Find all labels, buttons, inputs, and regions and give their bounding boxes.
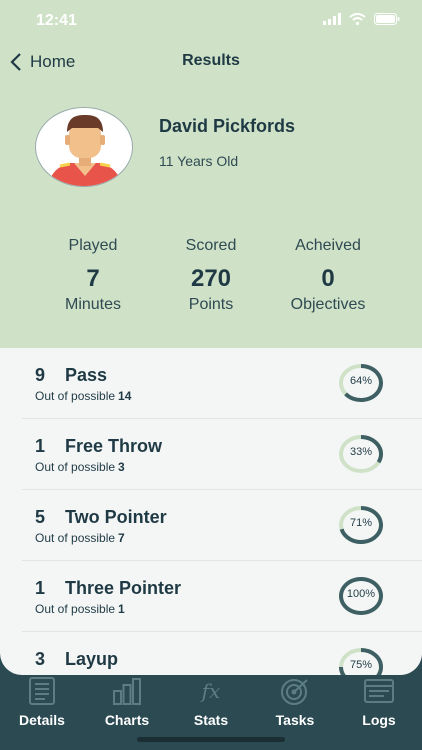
status-bar: 12:41	[0, 0, 422, 44]
details-icon	[29, 677, 55, 705]
result-name: Pass	[65, 365, 108, 385]
result-count: 3	[35, 649, 46, 669]
svg-text:fx: fx	[200, 679, 221, 703]
stat-value: 0	[321, 265, 335, 292]
result-item-two-pointer[interactable]: 5 Two Pointer Out of possible 7 71%	[22, 490, 422, 561]
result-item-pass[interactable]: 9 Pass Out of possible 14 64%	[22, 348, 422, 419]
possible-total: 1	[118, 602, 125, 616]
possible-total: 14	[118, 389, 132, 403]
possible-label: Out of possible	[35, 531, 116, 545]
tab-label: Stats	[193, 712, 229, 728]
result-name: Three Pointer	[65, 578, 182, 598]
charts-icon	[113, 678, 141, 705]
stat-unit: Objectives	[290, 296, 366, 313]
player-avatar-icon	[48, 114, 122, 186]
signal-icon	[323, 13, 341, 25]
result-item-three-pointer[interactable]: 1 Three Pointer Out of possible 1 100%	[22, 561, 422, 632]
page-title: Results	[182, 52, 240, 69]
possible-total: 7	[118, 531, 125, 545]
status-icons	[323, 13, 400, 25]
stat-value: 7	[86, 265, 100, 292]
progress-percent: 71%	[349, 517, 373, 529]
progress-percent: 33%	[349, 446, 373, 458]
possible-total: 3	[118, 460, 125, 474]
results-header: 12:41 Home Results David Pickfords 11 Ye…	[0, 0, 422, 348]
result-item-free-throw[interactable]: 1 Free Throw Out of possible 3 33%	[22, 419, 422, 490]
player-age: 11 Years Old	[159, 153, 239, 169]
tab-label: Details	[19, 712, 65, 728]
progress-ring: 64%	[336, 362, 386, 404]
result-possible: Out of possible 14	[35, 389, 131, 403]
progress-ring: 100%	[336, 575, 386, 617]
result-item-layup[interactable]: 3 Layup 75%	[22, 632, 422, 675]
target-icon	[281, 679, 308, 705]
result-possible: Out of possible 1	[35, 602, 125, 616]
tab-label: Tasks	[275, 712, 315, 728]
battery-icon	[374, 13, 400, 25]
progress-ring: 33%	[336, 433, 386, 475]
tab-stats[interactable]: fx Stats	[169, 675, 253, 735]
tab-tasks[interactable]: Tasks	[253, 675, 337, 735]
result-possible: Out of possible 3	[35, 460, 125, 474]
stat-unit: Points	[188, 296, 234, 313]
tab-charts[interactable]: Charts	[85, 675, 169, 735]
stat-scored: Scored 270 Points	[146, 237, 276, 314]
avatar	[35, 107, 133, 187]
possible-label: Out of possible	[35, 602, 116, 616]
result-name: Free Throw	[65, 436, 163, 456]
result-name: Layup	[65, 649, 119, 669]
player-name: David Pickfords	[159, 116, 296, 136]
possible-label: Out of possible	[35, 389, 116, 403]
tab-details[interactable]: Details	[0, 675, 84, 735]
tab-logs[interactable]: Logs	[337, 675, 421, 735]
stat-label: Scored	[185, 237, 237, 254]
stat-played: Played 7 Minutes	[28, 237, 158, 314]
progress-ring: 75%	[336, 646, 386, 675]
result-name: Two Pointer	[65, 507, 167, 527]
result-count: 9	[35, 365, 46, 385]
wifi-icon	[349, 13, 366, 25]
progress-percent: 64%	[349, 375, 373, 387]
result-possible: Out of possible 7	[35, 531, 125, 545]
result-count: 1	[35, 578, 46, 598]
logs-icon	[364, 679, 394, 703]
status-time: 12:41	[36, 12, 77, 29]
stat-achieved: Acheived 0 Objectives	[263, 237, 393, 314]
possible-label: Out of possible	[35, 460, 116, 474]
tab-label: Charts	[104, 712, 150, 728]
fx-icon: fx	[200, 679, 221, 703]
stat-label: Acheived	[295, 237, 361, 254]
results-list[interactable]: 9 Pass Out of possible 14 64% 1 Free Thro…	[22, 348, 422, 675]
progress-ring: 71%	[336, 504, 386, 546]
result-count: 1	[35, 436, 46, 456]
stat-label: Played	[68, 237, 118, 254]
result-count: 5	[35, 507, 46, 527]
progress-percent: 75%	[349, 659, 373, 671]
tab-label: Logs	[362, 712, 396, 728]
home-indicator	[137, 737, 285, 742]
app-screen: 12:41 Home Results David Pickfords 11 Ye…	[0, 0, 422, 675]
progress-percent: 100%	[346, 588, 376, 600]
stat-value: 270	[190, 265, 232, 292]
stat-unit: Minutes	[64, 296, 122, 313]
